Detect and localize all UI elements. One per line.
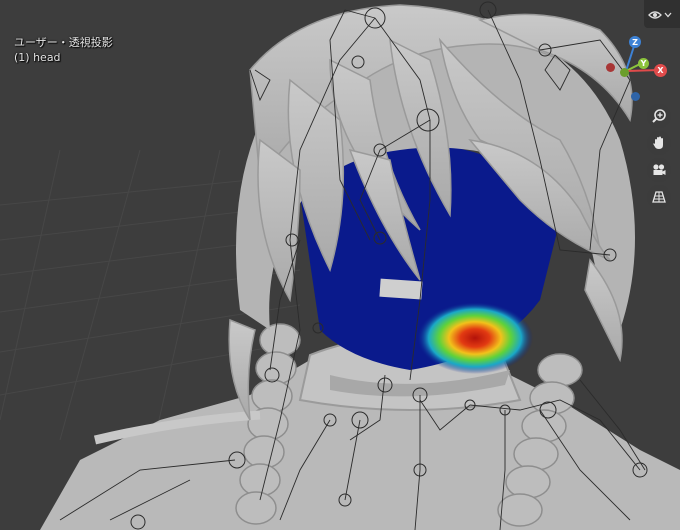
chevron-down-icon xyxy=(664,12,672,18)
gizmo-x-axis[interactable]: X xyxy=(654,64,667,77)
overlay-toggle-button[interactable] xyxy=(647,6,673,24)
perspective-grid-icon xyxy=(652,191,666,203)
zoom-button[interactable] xyxy=(647,104,671,128)
gizmo-neg-z-axis[interactable] xyxy=(631,92,640,101)
viewport-scene[interactable] xyxy=(0,0,680,530)
pan-button[interactable] xyxy=(647,131,671,155)
gizmo-z-axis[interactable]: Z xyxy=(629,36,641,48)
navigation-gizmo[interactable]: Z Y X xyxy=(598,33,678,109)
gizmo-neg-y-axis[interactable] xyxy=(620,68,629,77)
gizmo-y-axis[interactable]: Y xyxy=(638,58,649,69)
gizmo-neg-x-axis[interactable] xyxy=(606,63,615,72)
zoom-icon xyxy=(652,109,666,123)
camera-icon xyxy=(653,164,666,175)
pan-hand-icon xyxy=(653,136,663,149)
viewport-header xyxy=(644,0,680,28)
camera-view-button[interactable] xyxy=(647,158,671,182)
3d-viewport[interactable]: ユーザー・透視投影 (1) head Z Y X xyxy=(0,0,680,530)
perspective-toggle-button[interactable] xyxy=(647,185,671,209)
eye-icon xyxy=(648,11,662,19)
view-perspective-label: ユーザー・透視投影 xyxy=(14,36,113,49)
active-object-label: (1) head xyxy=(14,51,61,64)
weight-hotspot xyxy=(417,302,533,374)
